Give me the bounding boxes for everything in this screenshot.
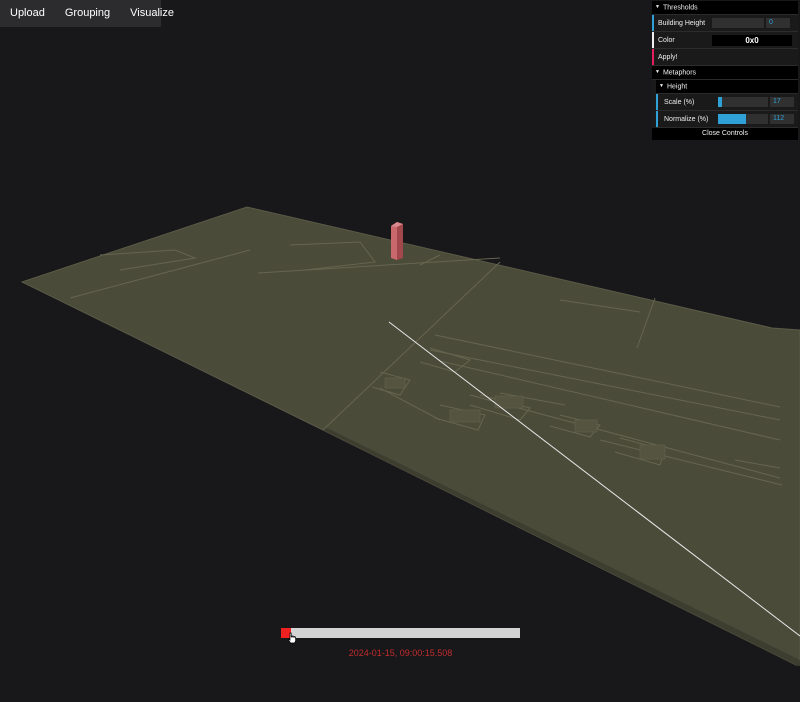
normalize-label: Normalize (%): [664, 115, 709, 123]
menu-upload[interactable]: Upload: [0, 0, 55, 27]
color-input[interactable]: 0x0: [712, 34, 792, 46]
hand-pointer-icon: [288, 632, 296, 644]
normalize-slider[interactable]: [718, 114, 768, 124]
normalize-input[interactable]: 112: [770, 114, 794, 124]
close-controls-button[interactable]: Close Controls: [652, 128, 798, 140]
building-height-label: Building Height: [658, 19, 706, 27]
timeline-slider[interactable]: [281, 628, 520, 644]
apply-label: Apply!: [658, 53, 678, 61]
folder-height-container: ▼ Height Scale (%) 17 Normalize (%) 112: [656, 80, 798, 128]
color-control: Color 0x0: [652, 32, 798, 49]
building-height-control: Building Height 0: [652, 15, 798, 32]
visualization-viewport[interactable]: Upload Grouping Visualize ▼ Thresholds Bu…: [0, 0, 800, 702]
triangle-down-icon: ▼: [659, 83, 664, 89]
folder-height[interactable]: ▼ Height: [656, 80, 798, 94]
building-height-slider[interactable]: [712, 18, 764, 28]
ground-plane: [20, 206, 800, 666]
menu-visualize[interactable]: Visualize: [120, 0, 184, 27]
folder-thresholds-title: Thresholds: [662, 4, 698, 12]
controls-panel: ▼ Thresholds Building Height 0 Color 0x0 …: [652, 1, 798, 140]
triangle-down-icon: ▼: [655, 69, 660, 75]
scale-control: Scale (%) 17: [656, 94, 798, 111]
scale-label: Scale (%): [664, 98, 695, 106]
triangle-down-icon: ▼: [655, 4, 660, 10]
apply-button[interactable]: Apply!: [652, 49, 798, 66]
folder-metaphors-title: Metaphors: [662, 69, 697, 77]
building-tower[interactable]: [391, 222, 403, 260]
folder-thresholds[interactable]: ▼ Thresholds: [652, 1, 798, 15]
timeline-timestamp: 2024-01-15, 09:00:15.508: [348, 648, 453, 658]
building-height-input[interactable]: 0: [766, 18, 790, 28]
normalize-control: Normalize (%) 112: [656, 111, 798, 128]
top-menu: Upload Grouping Visualize: [0, 0, 174, 27]
menu-grouping[interactable]: Grouping: [55, 0, 120, 27]
color-label: Color: [658, 36, 675, 44]
folder-metaphors[interactable]: ▼ Metaphors: [652, 66, 798, 80]
folder-height-title: Height: [666, 83, 688, 91]
scale-slider[interactable]: [718, 97, 768, 107]
scale-input[interactable]: 17: [770, 97, 794, 107]
